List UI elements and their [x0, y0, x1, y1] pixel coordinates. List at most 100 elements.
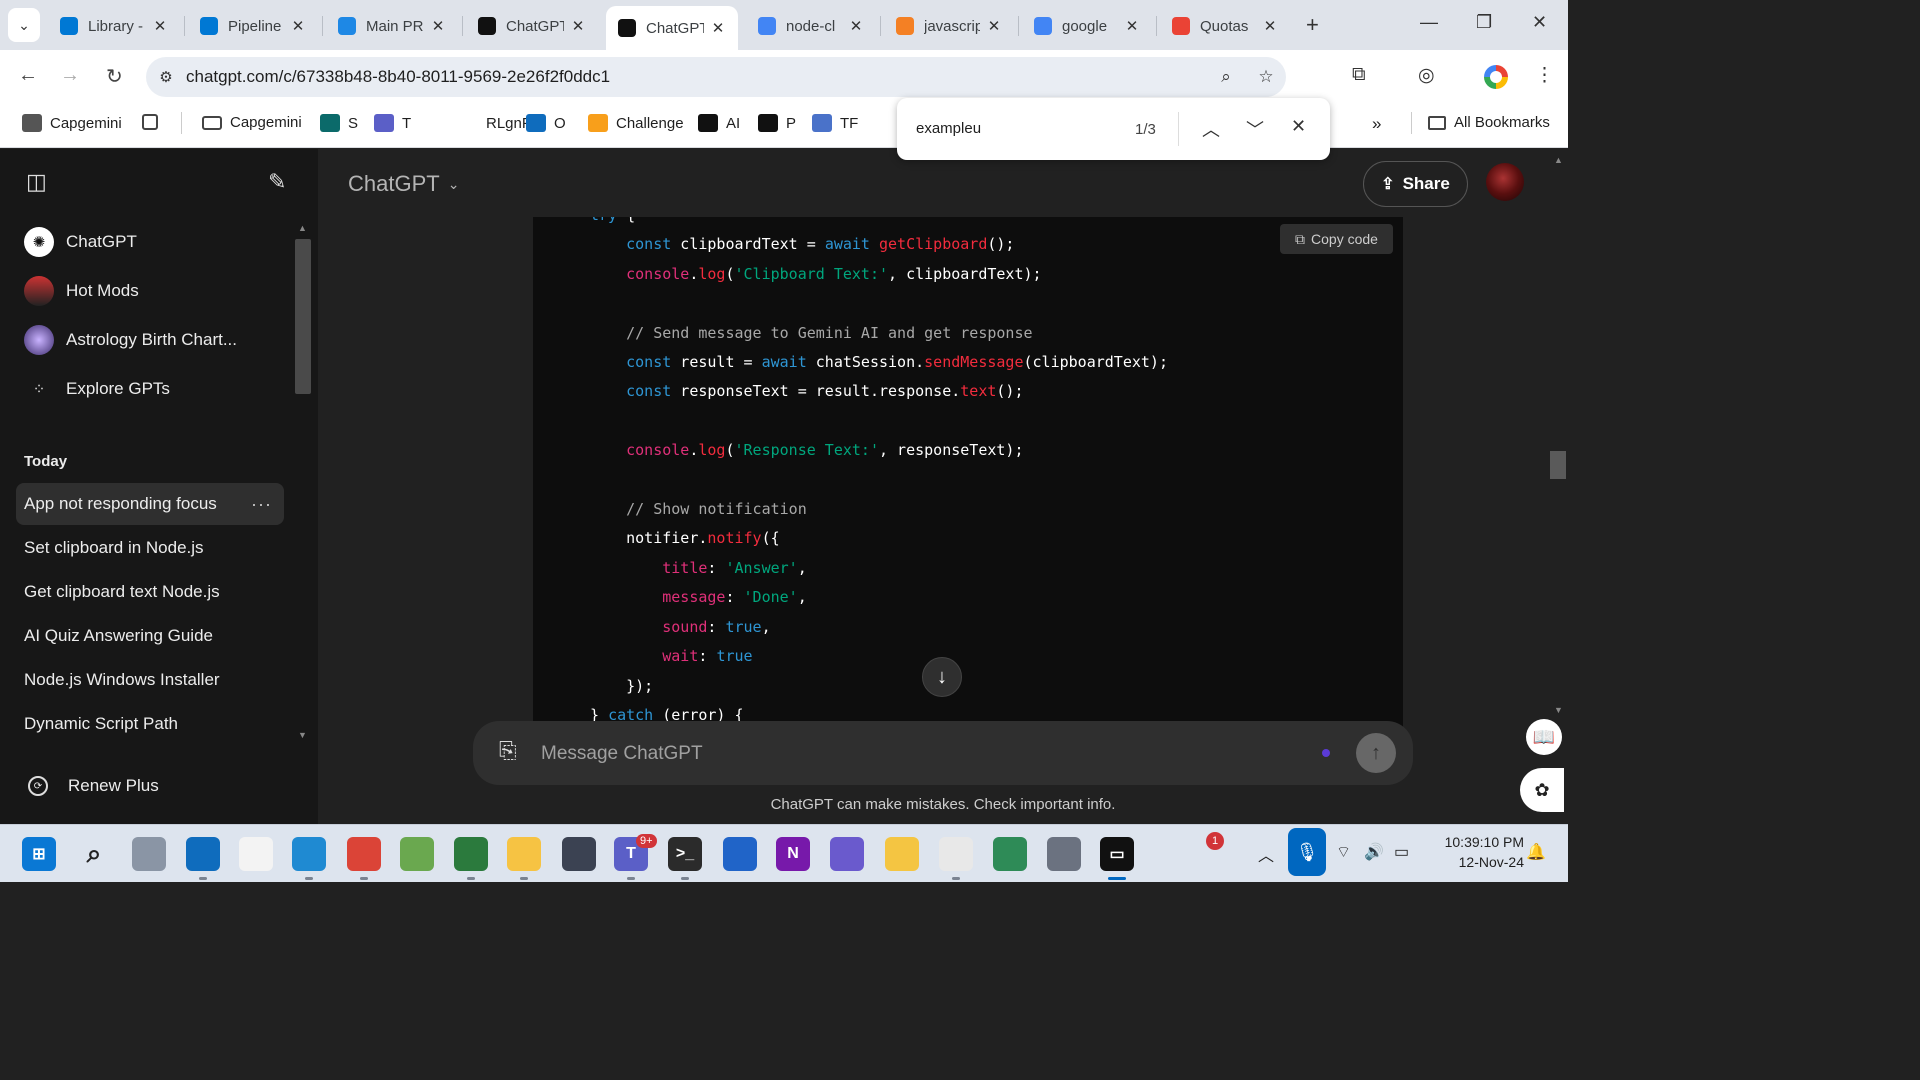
settings-gear-icon[interactable]: [723, 837, 757, 871]
vpn-lock-icon[interactable]: [562, 837, 596, 871]
tab-close-icon[interactable]: ✕: [848, 17, 864, 35]
bookmark-2[interactable]: [142, 114, 166, 130]
site-info-icon[interactable]: ⚙: [146, 68, 186, 86]
url-text[interactable]: chatgpt.com/c/67338b48-8b40-8011-9569-2e…: [186, 67, 1206, 87]
start-icon[interactable]: ⊞: [22, 837, 56, 871]
find-in-page-icon[interactable]: ⌕: [1206, 67, 1246, 87]
find-next-icon[interactable]: ﹀: [1246, 116, 1264, 142]
chat-history-item[interactable]: Set clipboard in Node.js: [16, 527, 284, 569]
tab-8[interactable]: google ✕: [1022, 8, 1152, 44]
outlook-icon[interactable]: [186, 837, 220, 871]
bookmark-11[interactable]: TF: [812, 114, 858, 132]
chat-history-item[interactable]: Dynamic Script Path: [16, 703, 284, 745]
search-icon[interactable]: ⌕: [77, 837, 111, 871]
extensions-icon[interactable]: ⧉: [1352, 64, 1366, 86]
tab-3[interactable]: Main PR ✕: [326, 8, 458, 44]
scroll-to-bottom-button[interactable]: ↓: [922, 657, 962, 697]
hand-icon[interactable]: [885, 837, 919, 871]
tab-5[interactable]: ChatGPT ✕: [606, 6, 738, 50]
model-selector[interactable]: ChatGPT ⌄: [348, 171, 459, 197]
chrome-dev-icon[interactable]: [454, 837, 488, 871]
close-window-icon[interactable]: ✕: [1532, 12, 1547, 33]
wifi-icon[interactable]: ⌔: [1336, 842, 1351, 862]
bookmark-5[interactable]: T: [374, 114, 411, 132]
chat-history-item[interactable]: Node.js Windows Installer: [16, 659, 284, 701]
reload-icon[interactable]: ↻: [106, 64, 123, 89]
bookmark-8[interactable]: Challenge: [588, 114, 684, 132]
cmd-icon[interactable]: ▭: [1100, 837, 1134, 871]
tab-close-icon[interactable]: ✕: [1262, 17, 1278, 35]
tab-close-icon[interactable]: ✕: [710, 19, 726, 37]
globe-icon[interactable]: [993, 837, 1027, 871]
toggle-sidebar-icon[interactable]: ◫: [26, 169, 47, 195]
store-icon[interactable]: [239, 837, 273, 871]
chat-history-item[interactable]: AI Quiz Answering Guide: [16, 615, 284, 657]
renew-plus-button[interactable]: ⟳ Renew Plus: [16, 765, 284, 807]
tab-close-icon[interactable]: ✕: [152, 17, 168, 35]
chrome-icon[interactable]: [347, 837, 381, 871]
sidebar-item-astrology-birth-chart[interactable]: Astrology Birth Chart...: [16, 319, 284, 361]
onenote-icon[interactable]: N: [776, 837, 810, 871]
screenshot-icon[interactable]: ◎: [1418, 64, 1435, 87]
bookmark-10[interactable]: P: [758, 114, 796, 132]
tab-close-icon[interactable]: ✕: [1124, 17, 1140, 35]
bookmark-9[interactable]: AI: [698, 114, 740, 132]
menu-icon[interactable]: ⋮: [1535, 64, 1554, 87]
address-bar[interactable]: ⚙ chatgpt.com/c/67338b48-8b40-8011-9569-…: [146, 57, 1286, 97]
battery-icon[interactable]: ▭: [1394, 842, 1409, 862]
scroll-up-arrow-icon[interactable]: ▲: [1554, 155, 1563, 165]
google-account-icon[interactable]: [1484, 65, 1508, 89]
tab-close-icon[interactable]: ✕: [290, 17, 306, 35]
find-input[interactable]: exampleu: [916, 120, 981, 137]
notification-bell-icon[interactable]: 🔔: [1526, 842, 1546, 862]
snipping-icon[interactable]: [939, 837, 973, 871]
terminal-icon[interactable]: >_: [668, 837, 702, 871]
bookmark-3[interactable]: Capgemini: [202, 114, 302, 131]
new-chat-icon[interactable]: ✎: [268, 169, 286, 195]
find-close-icon[interactable]: ✕: [1291, 116, 1306, 137]
chat-history-item[interactable]: App not responding focus ···: [16, 483, 284, 525]
scroll-up-arrow-icon[interactable]: ▲: [298, 223, 307, 233]
notepad-icon[interactable]: [400, 837, 434, 871]
sidebar-scrollbar[interactable]: [295, 239, 311, 394]
tab-7[interactable]: javascrip ✕: [884, 8, 1014, 44]
settings-icon[interactable]: [1047, 837, 1081, 871]
bookmark-star-icon[interactable]: ☆: [1246, 67, 1286, 87]
share-button[interactable]: ⇪ Share: [1363, 161, 1468, 207]
microphone-icon[interactable]: 🎙: [1288, 828, 1326, 876]
file-explorer-icon[interactable]: [507, 837, 541, 871]
ai-assistant-icon[interactable]: ✿: [1520, 768, 1564, 812]
vscode-icon[interactable]: [292, 837, 326, 871]
clock[interactable]: 10:39:10 PM 12-Nov-24: [1424, 832, 1524, 872]
user-avatar[interactable]: [1486, 163, 1524, 201]
tab-6[interactable]: node-cl ✕: [746, 8, 876, 44]
tab-2[interactable]: Pipeline ✕: [188, 8, 318, 44]
notes-icon[interactable]: [830, 837, 864, 871]
sidebar-item-explore-gpts[interactable]: ⁘ Explore GPTs: [16, 368, 284, 410]
tab-close-icon[interactable]: ✕: [570, 17, 586, 35]
minimize-icon[interactable]: —: [1420, 12, 1438, 33]
scrollbar-thumb[interactable]: [1550, 451, 1566, 479]
show-hidden-icons-icon[interactable]: ︿: [1258, 842, 1274, 866]
new-tab-button[interactable]: +: [1306, 12, 1319, 38]
message-input[interactable]: Message ChatGPT: [541, 743, 703, 765]
find-previous-icon[interactable]: ︿: [1202, 116, 1220, 142]
bookmark-1[interactable]: Capgemini: [22, 114, 122, 132]
more-options-icon[interactable]: ···: [251, 494, 272, 515]
reader-icon[interactable]: 📖: [1526, 719, 1562, 755]
task-view-icon[interactable]: [132, 837, 166, 871]
sidebar-item-chatgpt[interactable]: ✺ ChatGPT: [16, 221, 284, 263]
copy-code-button[interactable]: ⧉ Copy code: [1280, 224, 1393, 254]
back-icon[interactable]: ←: [18, 64, 38, 87]
tab-4[interactable]: ChatGPT ✕: [466, 8, 598, 44]
tab-1[interactable]: Library - ✕: [48, 8, 180, 44]
tab-close-icon[interactable]: ✕: [986, 17, 1002, 35]
bookmark-7[interactable]: O: [526, 114, 566, 132]
scroll-down-arrow-icon[interactable]: ▼: [1554, 705, 1563, 715]
tab-close-icon[interactable]: ✕: [430, 17, 446, 35]
scroll-down-arrow-icon[interactable]: ▼: [298, 730, 307, 740]
tab-search-button[interactable]: ⌄: [8, 8, 40, 42]
sidebar-item-hot-mods[interactable]: Hot Mods: [16, 270, 284, 312]
attach-icon[interactable]: ⎘: [499, 738, 517, 764]
volume-icon[interactable]: 🔊: [1364, 842, 1384, 862]
